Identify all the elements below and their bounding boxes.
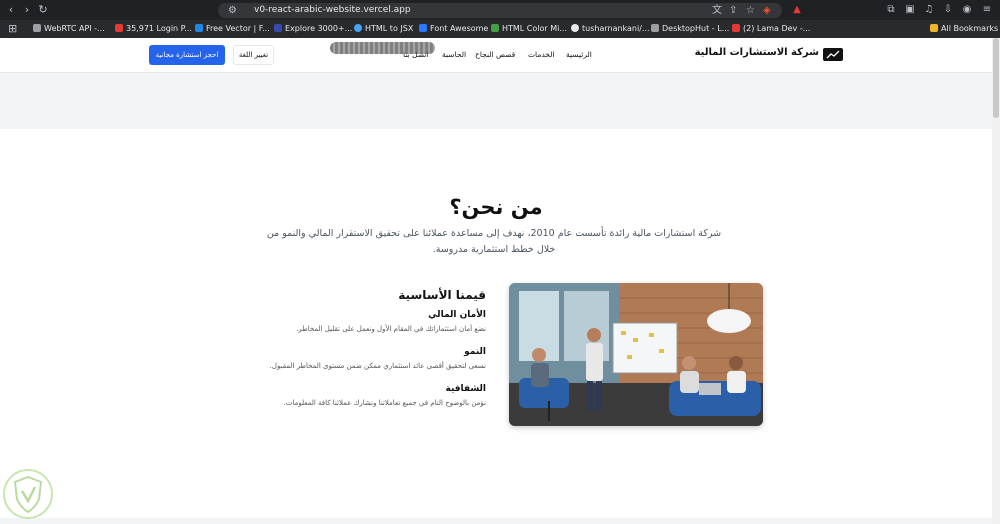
nav-success-stories[interactable]: قصص النجاح bbox=[475, 50, 515, 59]
bookmark-item[interactable]: 35,971 Login P... bbox=[115, 20, 192, 38]
back-icon[interactable]: ‹ bbox=[4, 3, 18, 17]
nav-calculator[interactable]: الحاسبة bbox=[442, 50, 466, 59]
github-icon bbox=[571, 24, 579, 32]
browser-toolbar: ‹ › ↻ ⚙ v0-react-arabic-website.vercel.a… bbox=[0, 0, 1000, 20]
bookmark-item[interactable]: Free Vector | F... bbox=[195, 20, 270, 38]
about-text: شركة استشارات مالية رائدة تأسست عام 2010… bbox=[266, 228, 722, 255]
profile-icon[interactable]: ◉ bbox=[960, 3, 974, 17]
redaction-scribble bbox=[330, 42, 435, 54]
team-meeting-photo bbox=[509, 283, 763, 426]
about-title: من نحن؟ bbox=[449, 195, 543, 219]
favicon-icon bbox=[33, 24, 41, 32]
favicon-icon bbox=[115, 24, 123, 32]
bookmark-item[interactable]: HTML to JSX bbox=[354, 20, 413, 38]
nav-home[interactable]: الرئيسية bbox=[566, 50, 592, 59]
favicon-icon bbox=[651, 24, 659, 32]
url-text: v0-react-arabic-website.vercel.app bbox=[254, 5, 411, 15]
bookmark-item[interactable]: (2) Lama Dev -... bbox=[732, 20, 810, 38]
change-language-button[interactable]: تغيير اللغة bbox=[233, 45, 274, 65]
favicon-icon bbox=[274, 24, 282, 32]
folder-icon bbox=[930, 24, 938, 32]
favicon-icon bbox=[195, 24, 203, 32]
nav-services[interactable]: الخدمات bbox=[528, 50, 555, 59]
all-bookmarks[interactable]: All Bookmarks bbox=[930, 20, 998, 38]
next-section-edge bbox=[0, 518, 992, 524]
value-item: الأمان المالي نضع أمان استثماراتك في الم… bbox=[230, 310, 486, 333]
value-item: النمو نسعى لتحقيق أقصى عائد استثماري ممك… bbox=[230, 347, 486, 370]
apps-grid-icon[interactable]: ⊞ bbox=[8, 20, 17, 38]
bookmark-item[interactable]: WebRTC API -... bbox=[33, 20, 105, 38]
value-desc: نؤمن بالوضوح التام في جميع تعاملاتنا ونش… bbox=[283, 399, 486, 407]
bookmark-item[interactable]: tusharnankani/... bbox=[571, 20, 650, 38]
book-consultation-button[interactable]: احجز استشارة مجانية bbox=[149, 45, 225, 65]
page: شركة الاستشارات المالية الرئيسية الخدمات… bbox=[0, 38, 992, 524]
wallet-icon[interactable]: ▣ bbox=[903, 3, 917, 17]
favicon-icon bbox=[491, 24, 499, 32]
site-info-icon[interactable]: ⚙ bbox=[228, 4, 237, 17]
favicon-icon bbox=[419, 24, 427, 32]
shield-watermark-icon bbox=[3, 469, 53, 519]
site-header: شركة الاستشارات المالية الرئيسية الخدمات… bbox=[0, 38, 992, 73]
media-icon[interactable]: ♫ bbox=[922, 3, 936, 17]
values-heading: قيمنا الأساسية bbox=[398, 288, 486, 302]
extensions-icon[interactable]: ⧉ bbox=[884, 3, 898, 17]
brand-name[interactable]: شركة الاستشارات المالية bbox=[695, 47, 819, 58]
value-title: الشفافية bbox=[445, 384, 486, 394]
share-icon[interactable]: ⇪ bbox=[729, 4, 737, 17]
downloads-icon[interactable]: ⇩ bbox=[941, 3, 955, 17]
rewards-icon[interactable]: ▲ bbox=[790, 3, 804, 17]
bookmark-star-icon[interactable]: ☆ bbox=[746, 4, 755, 17]
scroll-thumb[interactable] bbox=[993, 38, 999, 118]
brave-shield-icon[interactable]: ◈ bbox=[763, 4, 771, 17]
bookmark-item[interactable]: DesktopHut - L... bbox=[651, 20, 729, 38]
menu-icon[interactable]: ≡ bbox=[980, 3, 994, 17]
chart-trend-icon bbox=[826, 50, 840, 59]
youtube-icon bbox=[732, 24, 740, 32]
reload-icon[interactable]: ↻ bbox=[36, 3, 50, 17]
translate-icon[interactable]: 文 bbox=[712, 4, 722, 17]
favicon-icon bbox=[354, 24, 362, 32]
value-title: الأمان المالي bbox=[428, 310, 486, 320]
bookmarks-bar: ⊞ WebRTC API -... 35,971 Login P... Free… bbox=[0, 20, 1000, 38]
logo[interactable] bbox=[823, 48, 843, 61]
value-desc: نسعى لتحقيق أقصى عائد استثماري ممكن ضمن … bbox=[269, 362, 486, 370]
bookmark-item[interactable]: Explore 3000+... bbox=[274, 20, 352, 38]
value-desc: نضع أمان استثماراتك في المقام الأول ونعم… bbox=[296, 325, 486, 333]
value-title: النمو bbox=[464, 347, 486, 357]
bookmark-item[interactable]: HTML Color Mi... bbox=[491, 20, 567, 38]
page-scrollbar[interactable] bbox=[992, 38, 1000, 524]
hero-section bbox=[0, 73, 992, 129]
bookmark-item[interactable]: Font Awesome bbox=[419, 20, 488, 38]
forward-icon[interactable]: › bbox=[20, 3, 34, 17]
value-item: الشفافية نؤمن بالوضوح التام في جميع تعام… bbox=[230, 384, 486, 407]
team-photo-illustration bbox=[509, 283, 763, 426]
core-values: قيمنا الأساسية الأمان المالي نضع أمان اس… bbox=[230, 288, 486, 407]
address-bar[interactable]: ⚙ v0-react-arabic-website.vercel.app 文 ⇪… bbox=[218, 3, 782, 18]
